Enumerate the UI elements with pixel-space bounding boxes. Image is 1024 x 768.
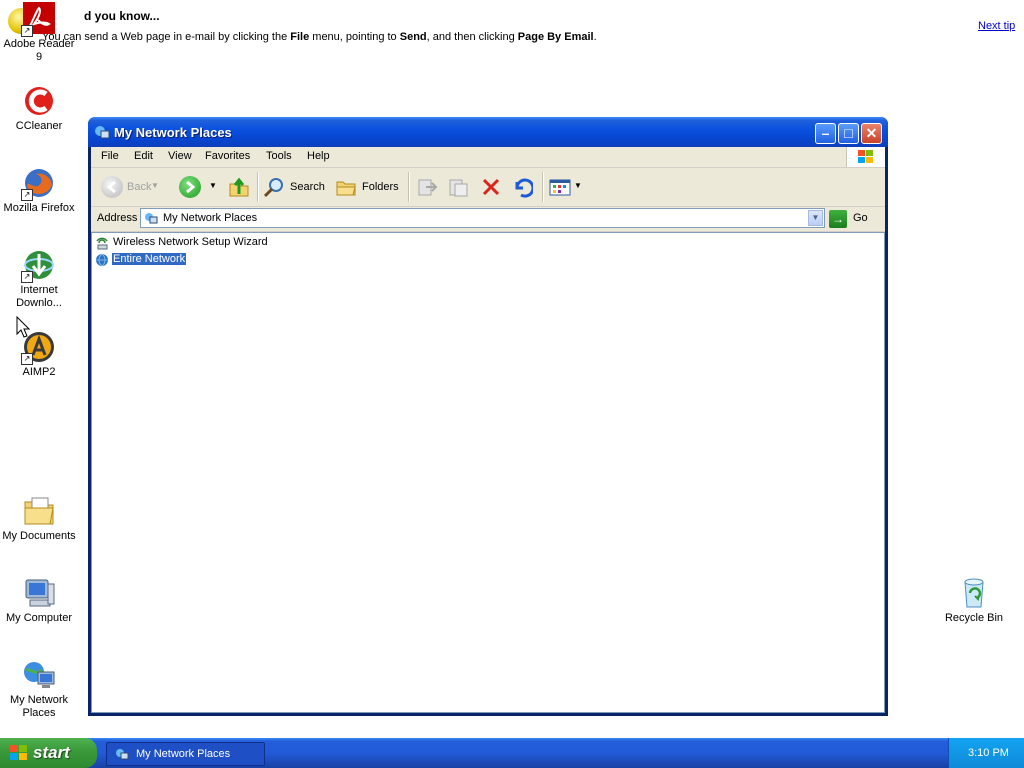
my-documents-icon (22, 494, 56, 528)
globe-icon (95, 253, 109, 267)
desktop-icon-my-network-places[interactable]: My Network Places (1, 658, 77, 720)
up-folder-icon (228, 176, 250, 198)
taskbar-button-my-network-places[interactable]: My Network Places (106, 742, 265, 766)
copy-to-icon (447, 176, 469, 198)
up-folder-button[interactable] (228, 174, 254, 200)
recycle-bin-icon (957, 576, 991, 610)
go-arrow-icon: → (829, 210, 847, 228)
desktop-icon-adobe-reader[interactable]: ↗ Adobe Reader 9 (1, 2, 77, 64)
desktop-icon-my-documents[interactable]: My Documents (1, 494, 77, 543)
desktop-icon-firefox[interactable]: ↗ Mozilla Firefox (1, 166, 77, 215)
tip-body: You can send a Web page in e-mail by cli… (42, 31, 597, 43)
go-button[interactable]: → Go (829, 209, 879, 229)
my-computer-icon (22, 576, 56, 610)
network-places-icon (94, 124, 110, 140)
menu-view[interactable]: View (168, 150, 192, 162)
window-title: My Network Places (114, 125, 232, 140)
system-tray: 3:10 PM (948, 738, 1024, 768)
my-network-places-icon (22, 658, 56, 692)
windows-logo (846, 147, 885, 167)
copy-to-button[interactable] (447, 174, 471, 200)
tip-title: d you know... (84, 9, 160, 23)
address-field[interactable]: My Network Places ▼ (140, 208, 825, 228)
menu-file[interactable]: File (101, 150, 119, 162)
folders-icon (335, 176, 357, 198)
undo-button[interactable] (511, 174, 535, 200)
views-dropdown-icon[interactable]: ▼ (574, 181, 582, 190)
menu-help[interactable]: Help (307, 150, 330, 162)
network-places-icon (144, 211, 158, 225)
move-to-button[interactable] (416, 174, 440, 200)
file-list-pane[interactable]: Wireless Network Setup Wizard Entire Net… (91, 232, 885, 713)
next-tip-link[interactable]: Next tip (978, 20, 1015, 32)
delete-x-icon (480, 176, 502, 198)
desktop-icon-recycle-bin[interactable]: Recycle Bin (936, 576, 1012, 625)
internet-download-icon: ↗ (21, 248, 56, 283)
address-dropdown-icon[interactable]: ▼ (808, 210, 823, 226)
delete-button[interactable] (480, 174, 504, 200)
toolbar-separator (542, 172, 544, 202)
menu-bar: File Edit View Favorites Tools Help (91, 147, 885, 168)
wireless-wizard-icon (95, 236, 109, 250)
window-client-area: File Edit View Favorites Tools Help Back… (91, 147, 885, 713)
forward-button[interactable]: ▼ (179, 174, 219, 200)
views-icon (549, 176, 571, 198)
move-to-icon (416, 176, 438, 198)
toolbar: Back ▼ ▼ Search Folders ▼ (91, 168, 885, 207)
menu-favorites[interactable]: Favorites (205, 150, 250, 162)
windows-flag-icon (858, 150, 874, 164)
minimize-button[interactable]: – (815, 123, 836, 144)
taskbar: start My Network Places 3:10 PM (0, 738, 1024, 768)
views-button[interactable]: ▼ (549, 174, 583, 200)
back-arrow-icon (101, 176, 123, 198)
title-bar[interactable]: My Network Places – □ ✕ (88, 117, 888, 147)
search-button[interactable]: Search (263, 174, 327, 200)
windows-flag-icon (10, 745, 28, 761)
folders-button[interactable]: Folders (335, 174, 401, 200)
back-dropdown-icon[interactable]: ▼ (151, 181, 159, 190)
toolbar-separator (257, 172, 259, 202)
menu-tools[interactable]: Tools (266, 150, 292, 162)
address-value: My Network Places (163, 212, 258, 224)
ccleaner-icon (22, 84, 56, 118)
desktop-icon-my-computer[interactable]: My Computer (1, 576, 77, 625)
address-label: Address (97, 212, 138, 224)
undo-icon (511, 176, 535, 198)
toolbar-separator (408, 172, 410, 202)
forward-arrow-icon (179, 176, 201, 198)
forward-dropdown-icon[interactable]: ▼ (209, 181, 217, 190)
clock[interactable]: 3:10 PM (968, 747, 1009, 759)
desktop-icon-internet-download[interactable]: ↗ Internet Downlo... (1, 248, 77, 310)
desktop-icon-aimp2[interactable]: ↗ AIMP2 (1, 330, 77, 379)
maximize-button[interactable]: □ (838, 123, 859, 144)
explorer-window: My Network Places – □ ✕ File Edit View F… (88, 117, 888, 716)
menu-edit[interactable]: Edit (134, 150, 153, 162)
firefox-icon: ↗ (21, 166, 56, 201)
network-places-icon (115, 747, 129, 761)
desktop-icon-ccleaner[interactable]: CCleaner (1, 84, 77, 133)
close-button[interactable]: ✕ (861, 123, 882, 144)
address-bar: Address My Network Places ▼ → Go (91, 207, 885, 232)
adobe-reader-icon: ↗ (21, 2, 56, 37)
back-button[interactable]: Back ▼ (99, 174, 159, 200)
search-icon (263, 176, 285, 198)
start-button[interactable]: start (0, 738, 97, 768)
